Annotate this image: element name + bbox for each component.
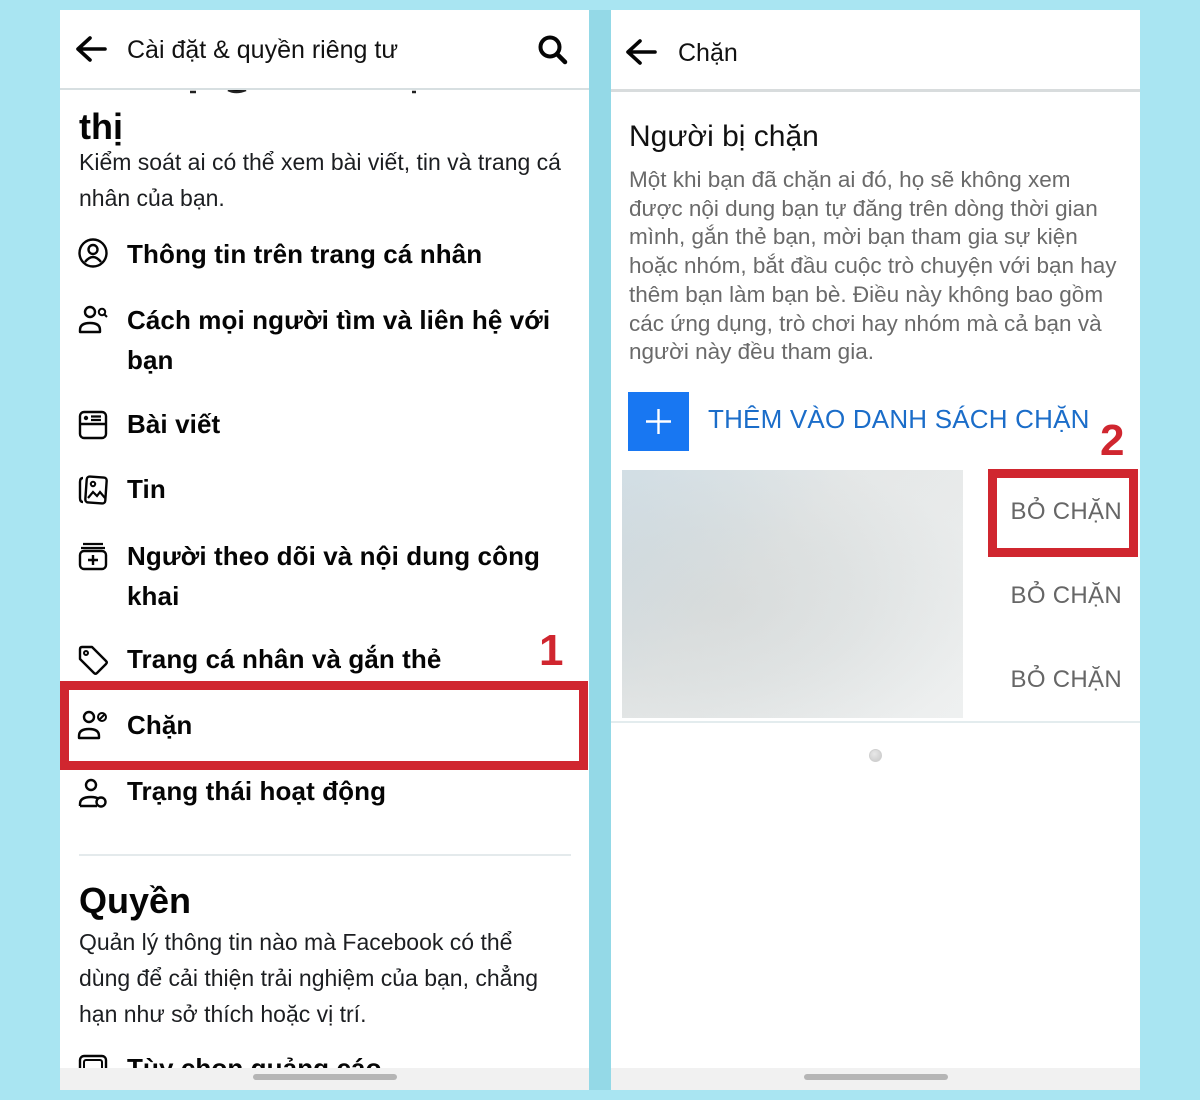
step-number-1: 1 bbox=[539, 626, 564, 675]
menu-item-followers[interactable]: Người theo dõi và nội dung công khai bbox=[60, 534, 589, 620]
menu-item-label: Thông tin trên trang cá nhân bbox=[127, 239, 483, 269]
page-title: Chặn bbox=[678, 39, 738, 67]
post-icon bbox=[78, 410, 108, 440]
followers-icon bbox=[78, 542, 108, 571]
list-divider bbox=[611, 721, 1140, 723]
plus-icon bbox=[646, 409, 671, 434]
people-search-icon bbox=[78, 305, 108, 334]
menu-item-active-status[interactable]: Trạng thái hoạt động bbox=[60, 772, 589, 816]
story-icon bbox=[78, 475, 108, 505]
unblock-button[interactable]: BỎ CHẶN bbox=[1011, 582, 1122, 610]
menu-item-profile-info[interactable]: Thông tin trên trang cá nhân bbox=[60, 232, 589, 280]
menu-item-label: Người theo dõi và nội dung công khai bbox=[127, 541, 541, 611]
app-header: Cài đặt & quyền riêng tư bbox=[60, 10, 589, 90]
menu-item-blocking[interactable]: Chặn bbox=[60, 690, 589, 762]
step-number-2: 2 bbox=[1100, 416, 1125, 465]
profile-circle-icon bbox=[78, 238, 108, 268]
settings-privacy-screen: Cài đặt & quyền riêng tư thị Kiểm soát a… bbox=[60, 10, 589, 1090]
menu-item-label: Cách mọi người tìm và liên hệ với bạn bbox=[127, 305, 551, 375]
menu-item-label: Bài viết bbox=[127, 409, 221, 439]
panel-gap bbox=[589, 10, 611, 1090]
unblock-button[interactable]: BỎ CHẶN bbox=[1011, 498, 1122, 526]
page-title: Cài đặt & quyền riêng tư bbox=[127, 36, 399, 64]
home-gesture-handle[interactable] bbox=[803, 1074, 948, 1080]
arrow-left-icon[interactable] bbox=[624, 37, 658, 67]
add-to-block-list-button[interactable] bbox=[628, 392, 689, 451]
arrow-left-icon[interactable] bbox=[74, 34, 108, 64]
tag-icon bbox=[78, 645, 108, 675]
blocked-people-title: Người bị chặn bbox=[629, 120, 819, 153]
section-title-audience: thị bbox=[79, 106, 123, 147]
menu-item-label: Trạng thái hoạt động bbox=[127, 776, 387, 806]
blocked-users-blurred-list bbox=[622, 470, 963, 718]
add-to-block-list-link[interactable]: THÊM VÀO DANH SÁCH CHẶN bbox=[708, 404, 1090, 435]
block-user-icon bbox=[77, 710, 107, 740]
active-status-icon bbox=[78, 778, 107, 808]
app-header: Chặn bbox=[611, 10, 1140, 92]
unblock-button[interactable]: BỎ CHẶN bbox=[1011, 666, 1122, 694]
system-navigation-bar bbox=[60, 1068, 589, 1090]
blocked-people-description: Một khi bạn đã chặn ai đó, họ sẽ không x… bbox=[629, 167, 1117, 365]
section-title-permissions: Quyền bbox=[79, 880, 192, 921]
search-icon[interactable] bbox=[537, 34, 569, 66]
menu-item-label: Chặn bbox=[127, 710, 193, 740]
loading-indicator bbox=[869, 749, 882, 762]
menu-item-label: Tin bbox=[127, 474, 166, 504]
blocking-screen: Chặn Người bị chặn Một khi bạn đã chặn a… bbox=[611, 10, 1140, 1090]
menu-item-stories[interactable]: Tin bbox=[60, 470, 589, 514]
menu-item-posts[interactable]: Bài viết bbox=[60, 404, 589, 448]
menu-item-find-contact[interactable]: Cách mọi người tìm và liên hệ với bạn bbox=[60, 298, 589, 384]
menu-item-label: Trang cá nhân và gắn thẻ bbox=[127, 644, 442, 674]
menu-item-profile-tagging[interactable]: Trang cá nhân và gắn thẻ bbox=[60, 640, 589, 684]
section-description-permissions: Quản lý thông tin nào mà Facebook có thể… bbox=[79, 929, 539, 1027]
section-description-audience: Kiểm soát ai có thể xem bài viết, tin và… bbox=[79, 149, 561, 211]
system-navigation-bar bbox=[611, 1068, 1140, 1090]
home-gesture-handle[interactable] bbox=[252, 1074, 397, 1080]
section-divider bbox=[79, 854, 571, 856]
scrolled-text-remnant bbox=[60, 89, 589, 101]
